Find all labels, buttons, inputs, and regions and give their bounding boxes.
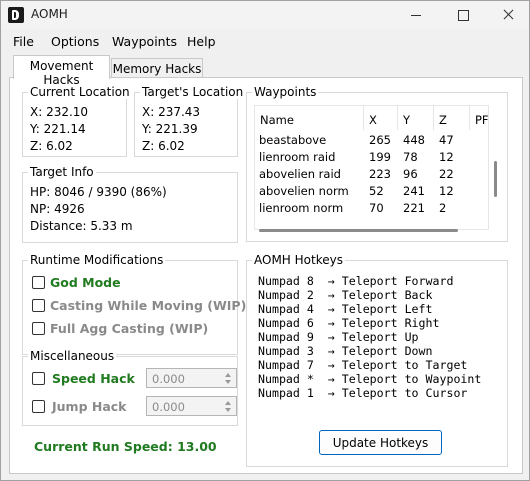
table-row-y: 241 (403, 184, 425, 198)
table-row-name[interactable]: abovelien norm (259, 184, 349, 198)
minimize-icon[interactable] (393, 1, 439, 29)
speed-hack-checkbox[interactable] (32, 372, 45, 385)
tab-movement-hacks[interactable]: Movement Hacks (13, 55, 110, 87)
menu-options[interactable]: Options (51, 34, 99, 49)
target-location-title: Target's Location (140, 85, 246, 99)
waypoints-list[interactable]: Name X Y Z PF beastabove 265 448 47 lien… (254, 105, 489, 230)
hotkey-line: Numpad 1 → Teleport to Cursor (258, 386, 468, 400)
waypoints-title: Waypoints (252, 85, 319, 99)
speed-hack-input[interactable]: 0.000 (146, 368, 237, 388)
table-row-x: 199 (369, 150, 391, 164)
hotkey-line: Numpad * → Teleport to Waypoint (258, 372, 482, 386)
hotkey-line: Numpad 7 → Teleport to Target (258, 358, 468, 372)
column-header-pf[interactable]: PF (470, 106, 488, 130)
runtime-modifications-title: Runtime Modifications (28, 253, 166, 267)
jump-hack-input[interactable]: 0.000 (146, 396, 237, 416)
spin-down-icon[interactable] (225, 408, 231, 412)
app-icon (8, 7, 24, 23)
miscellaneous-title: Miscellaneous (28, 349, 117, 363)
table-row-x: 70 (369, 201, 384, 215)
maximize-icon[interactable] (439, 1, 485, 29)
title-bar[interactable]: AOMH (1, 1, 529, 29)
close-icon[interactable] (485, 1, 530, 29)
current-y: Y: 221.14 (30, 122, 86, 136)
table-row-z: 2 (439, 201, 447, 215)
table-row-z: 22 (439, 167, 454, 181)
update-hotkeys-button[interactable]: Update Hotkeys (319, 430, 442, 455)
casting-while-moving-label[interactable]: Casting While Moving (WIP) (50, 298, 246, 313)
god-mode-label[interactable]: God Mode (50, 275, 121, 290)
hotkey-line: Numpad 4 → Teleport Left (258, 302, 433, 316)
table-row-name[interactable]: lienroom norm (259, 201, 343, 215)
full-agg-casting-checkbox[interactable] (32, 322, 45, 335)
column-header-x[interactable]: X (364, 106, 398, 130)
column-header-z[interactable]: Z (434, 106, 470, 130)
target-np: NP: 4926 (30, 202, 85, 216)
table-row-z: 12 (439, 150, 454, 164)
speed-hack-value: 0.000 (152, 372, 185, 386)
waypoints-vertical-scrollbar[interactable] (490, 105, 500, 229)
target-z: Z: 6.02 (142, 139, 185, 153)
hotkey-line: Numpad 6 → Teleport Right (258, 316, 440, 330)
casting-while-moving-checkbox[interactable] (32, 299, 45, 312)
table-row-x: 223 (369, 167, 391, 181)
hotkey-line: Numpad 2 → Teleport Back (258, 288, 433, 302)
column-header-name[interactable]: Name (255, 106, 364, 130)
target-info-title: Target Info (28, 165, 96, 179)
current-location-title: Current Location (28, 85, 132, 99)
hotkey-line: Numpad 8 → Teleport Forward (258, 274, 454, 288)
hotkeys-title: AOMH Hotkeys (252, 253, 345, 267)
window-title: AOMH (31, 7, 68, 21)
jump-hack-value: 0.000 (152, 400, 185, 414)
target-x: X: 237.43 (142, 105, 201, 119)
table-row-y: 221 (403, 201, 425, 215)
hotkey-line: Numpad 9 → Teleport Up (258, 330, 419, 344)
table-row-z: 47 (439, 133, 454, 147)
god-mode-checkbox[interactable] (32, 276, 45, 289)
table-row-name[interactable]: abovelien raid (259, 167, 341, 181)
menu-help[interactable]: Help (187, 34, 216, 49)
table-row-x: 52 (369, 184, 384, 198)
column-header-y[interactable]: Y (398, 106, 434, 130)
table-row-name[interactable]: lienroom raid (259, 150, 335, 164)
table-row-y: 78 (403, 150, 418, 164)
app-window: AOMH File Options Waypoints Help Movemen… (0, 0, 530, 481)
table-row-x: 265 (369, 133, 391, 147)
target-y: Y: 221.39 (142, 122, 198, 136)
menu-waypoints[interactable]: Waypoints (112, 34, 177, 49)
menu-bar: File Options Waypoints Help (1, 30, 529, 52)
target-hp: HP: 8046 / 9390 (86%) (30, 185, 167, 199)
full-agg-casting-label[interactable]: Full Agg Casting (WIP) (50, 321, 208, 336)
current-z: Z: 6.02 (30, 139, 73, 153)
target-distance: Distance: 5.33 m (30, 219, 133, 233)
spin-up-icon[interactable] (225, 401, 231, 405)
hotkey-line: Numpad 3 → Teleport Down (258, 344, 433, 358)
table-row-y: 96 (403, 167, 418, 181)
spin-down-icon[interactable] (225, 380, 231, 384)
table-row-y: 448 (403, 133, 425, 147)
waypoints-horizontal-scrollbar[interactable] (259, 229, 458, 232)
menu-file[interactable]: File (13, 34, 34, 49)
scroll-thumb[interactable] (494, 161, 497, 197)
spin-up-icon[interactable] (225, 373, 231, 377)
current-run-speed: Current Run Speed: 13.00 (34, 439, 217, 454)
jump-hack-label[interactable]: Jump Hack (52, 399, 127, 414)
table-row-z: 12 (439, 184, 454, 198)
speed-hack-label[interactable]: Speed Hack (52, 371, 135, 386)
hotkeys-list: Numpad 8 → Teleport Forward Numpad 2 → Te… (258, 274, 481, 400)
table-row-name[interactable]: beastabove (259, 133, 326, 147)
jump-hack-checkbox[interactable] (32, 400, 45, 413)
current-x: X: 232.10 (30, 105, 89, 119)
